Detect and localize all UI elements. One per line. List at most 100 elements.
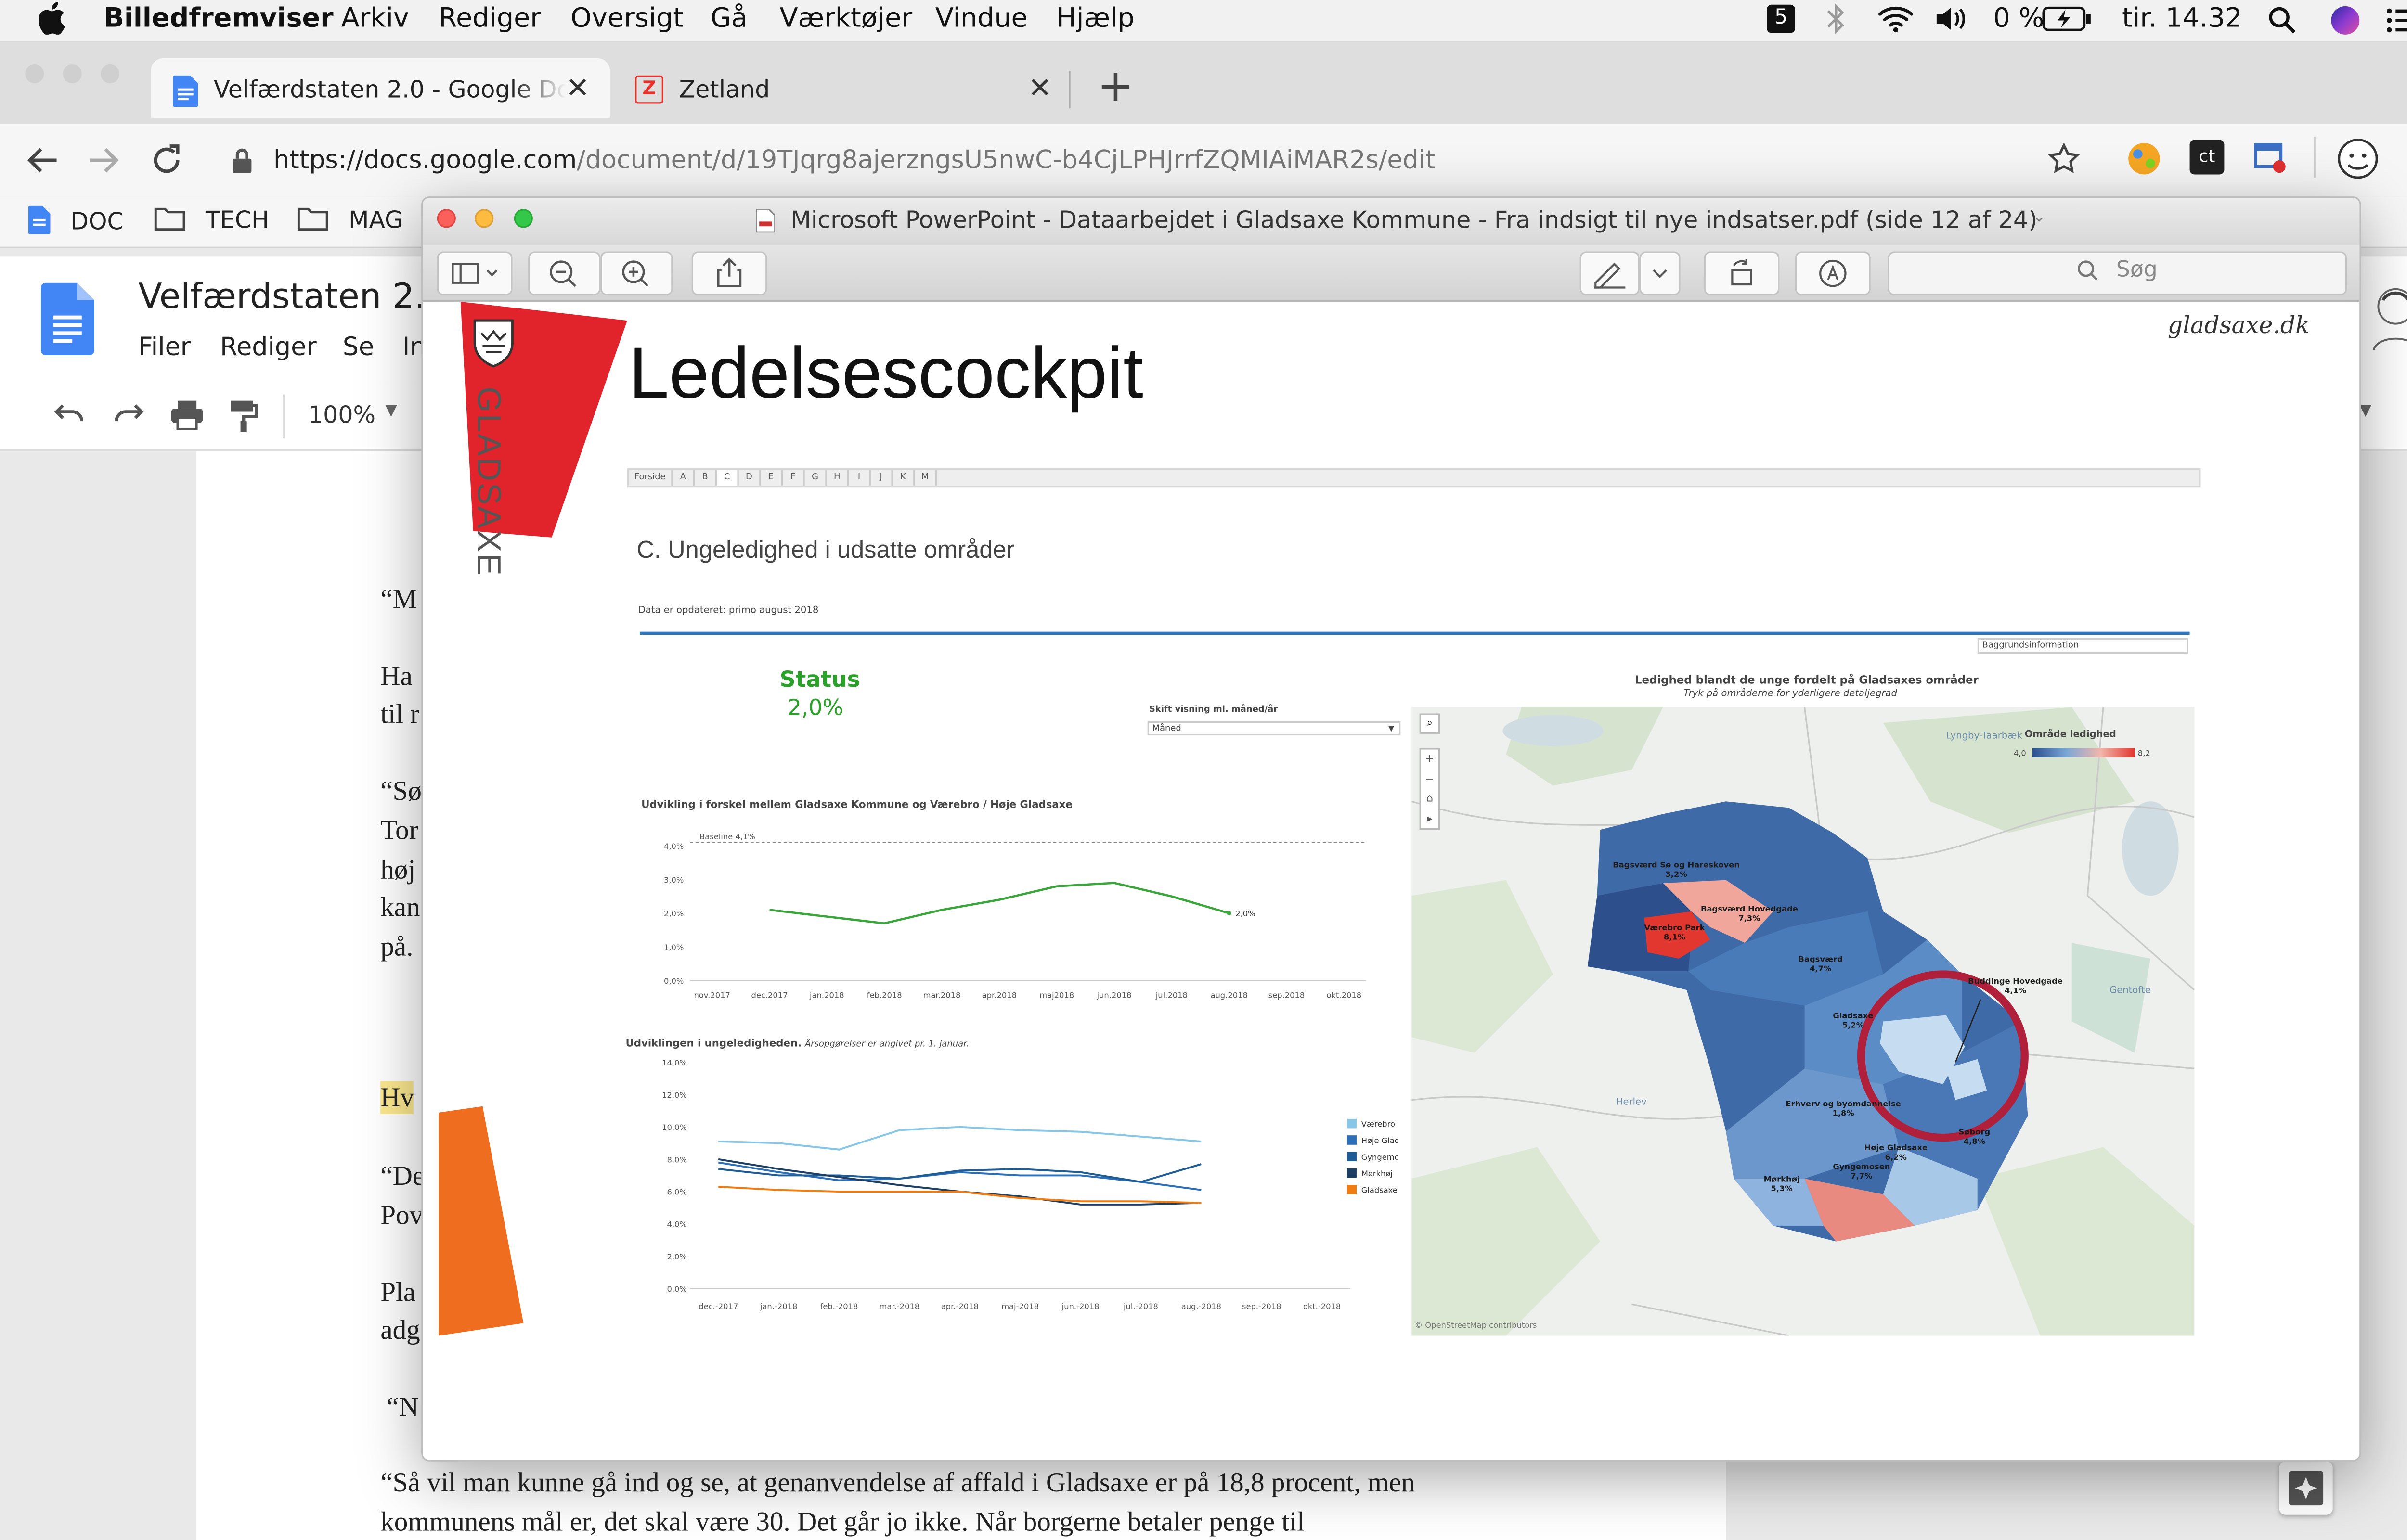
pdf-search-field[interactable]: Søg [1888, 251, 2347, 295]
tab-google-docs[interactable]: Velfærdstaten 2.0 - Google Doc ✕ [151, 58, 610, 118]
dashboard-tab[interactable]: D [738, 470, 761, 486]
zoom-caret-icon[interactable]: ▼ [385, 402, 397, 420]
explore-button[interactable] [2279, 1461, 2333, 1515]
docs-logo-icon[interactable] [40, 282, 94, 361]
map-area-label[interactable]: Bagsværd Hovedgade 7,3% [1701, 905, 1798, 924]
docs-menu-rediger[interactable]: Rediger [220, 332, 317, 361]
forward-icon[interactable] [87, 143, 121, 184]
redo-icon[interactable] [113, 401, 144, 432]
map-area-label[interactable]: Mørkhøj 5,3% [1764, 1175, 1800, 1194]
map-area-label[interactable]: Buddinge Hovedgade 4,1% [1968, 977, 2063, 996]
extension-blocker-icon[interactable] [2252, 140, 2287, 181]
share-button[interactable] [691, 251, 767, 295]
dashboard-tab[interactable]: A [673, 470, 695, 486]
dashboard-tab[interactable]: I [849, 470, 871, 486]
dashboard-tab[interactable]: E [761, 470, 783, 486]
bookmark-star-icon[interactable] [2047, 142, 2080, 180]
zoom-select[interactable]: 100% [308, 401, 375, 429]
rotate-button[interactable] [1704, 251, 1780, 295]
close-tab-icon[interactable]: ✕ [1028, 72, 1052, 105]
menu-arkiv[interactable]: Arkiv [341, 3, 409, 35]
tab-zetland[interactable]: Z Zetland ✕ [616, 58, 1072, 118]
view-select[interactable]: Måned ▼ [1147, 721, 1401, 736]
menu-vaerktojer[interactable]: Værktøjer [780, 3, 913, 35]
map-area-label[interactable]: Bagsværd 4,7% [1799, 955, 1843, 974]
toolbar-more-caret-icon[interactable]: ▼ [2359, 402, 2371, 420]
dashboard-tab[interactable]: F [783, 470, 805, 486]
map-play-icon[interactable]: ▸ [1421, 809, 1438, 829]
dashboard-tab[interactable]: Forside [629, 470, 673, 486]
dashboard-tab[interactable]: K [893, 470, 915, 486]
map-zoom-out-icon[interactable]: − [1421, 770, 1438, 789]
bookmark-tech[interactable]: TECH [154, 206, 269, 237]
map-area-label[interactable]: Værebro Park 8,1% [1644, 924, 1705, 943]
volume-icon[interactable] [1933, 5, 1971, 41]
zoom-in-button[interactable] [600, 251, 673, 295]
dashboard-tab[interactable]: B [695, 470, 717, 486]
app-name[interactable]: Billedfremviser [104, 3, 334, 35]
map-area-label[interactable]: Bagsværd Sø og Hareskoven 3,2% [1613, 861, 1740, 880]
clock[interactable]: tir. 14.32 [2122, 3, 2242, 35]
menu-vindue[interactable]: Vindue [935, 3, 1028, 35]
annotate-button[interactable] [1795, 251, 1871, 295]
extension-paint-icon[interactable] [2125, 140, 2163, 178]
markup-button[interactable] [1579, 251, 1640, 295]
sidebar-toggle-button[interactable] [437, 251, 513, 295]
wifi-icon[interactable] [1877, 5, 1915, 41]
pdf-page[interactable]: GLADSAXE gladsaxe.dk Ledelsescockpit For… [439, 301, 2347, 1460]
maximize-window-button[interactable] [100, 64, 120, 84]
apple-icon[interactable] [38, 1, 66, 42]
address-bar[interactable]: https://docs.google.com/document/d/19TJq… [220, 134, 2100, 187]
siri-icon[interactable] [2329, 5, 2361, 44]
map-area-label[interactable]: Søborg 4,8% [1959, 1128, 1991, 1147]
map-search-icon[interactable]: ⌕ [1419, 713, 1440, 734]
markup-options-button[interactable] [1639, 251, 1681, 295]
menu-ga[interactable]: Gå [711, 3, 748, 35]
user-avatar-icon[interactable] [2368, 281, 2407, 351]
close-window-button[interactable] [437, 209, 456, 228]
menu-rediger[interactable]: Rediger [439, 3, 541, 35]
profile-avatar-icon[interactable] [2336, 137, 2380, 187]
map-area-label[interactable]: Høje Gladsaxe 6,2% [1864, 1144, 1928, 1163]
menu-oversigt[interactable]: Oversigt [570, 3, 684, 35]
map-area-label[interactable]: Gyngemosen 7,7% [1833, 1163, 1890, 1181]
map-area-label[interactable]: Erhverv og byomdannelse 1,8% [1786, 1100, 1901, 1119]
zoom-out-button[interactable] [528, 251, 601, 295]
map-area-label[interactable]: Gladsaxe 5,2% [1833, 1012, 1873, 1031]
background-info-button[interactable]: Baggrundsinformation [1977, 638, 2188, 654]
title-menu-chevron-icon[interactable]: ⌄ [2032, 209, 2045, 226]
print-icon[interactable] [170, 399, 205, 436]
bookmark-mag[interactable]: MAG [297, 206, 403, 237]
notification-center-icon[interactable] [2386, 8, 2407, 41]
undo-icon[interactable] [53, 401, 85, 432]
spotlight-search-icon[interactable] [2268, 6, 2297, 42]
preview-window-title[interactable]: Microsoft PowerPoint - Dataarbejdet i Gl… [790, 206, 2037, 234]
bookmark-doc[interactable]: DOC [28, 205, 124, 241]
dashboard-tab[interactable]: J [870, 470, 893, 486]
back-icon[interactable] [25, 143, 60, 184]
new-tab-button[interactable]: + [1097, 64, 1134, 108]
paint-format-icon[interactable] [230, 399, 258, 440]
docs-menu-se[interactable]: Se [343, 332, 374, 361]
map-home-icon[interactable]: ⌂ [1421, 789, 1438, 809]
docs-menu-filer[interactable]: Filer [138, 332, 191, 361]
dashboard-tab[interactable]: M [915, 470, 937, 486]
reload-icon[interactable] [149, 143, 184, 184]
map-panel[interactable]: ⌕ + − ⌂ ▸ Område ledighed 4,0 8,2 Lyngby… [1411, 707, 2195, 1336]
notification-badge-icon[interactable]: 5 [1767, 4, 1795, 33]
dashboard-tab[interactable]: C [716, 470, 739, 486]
bluetooth-icon[interactable] [1826, 3, 1845, 43]
maximize-window-button[interactable] [514, 209, 533, 228]
dashboard-tab[interactable]: G [804, 470, 827, 486]
document-title[interactable]: Velfærdstaten 2.0 [138, 278, 447, 318]
extension-ct-icon[interactable]: ct [2189, 140, 2225, 175]
close-window-button[interactable] [25, 64, 44, 84]
menu-hjaelp[interactable]: Hjælp [1056, 3, 1134, 35]
close-tab-icon[interactable]: ✕ [566, 72, 590, 105]
map-zoom-in-icon[interactable]: + [1421, 750, 1438, 770]
dashboard-tab[interactable]: H [827, 470, 849, 486]
minimize-window-button[interactable] [475, 209, 494, 228]
lock-icon[interactable] [233, 148, 252, 179]
battery-icon[interactable] [2042, 6, 2092, 39]
minimize-window-button[interactable] [63, 64, 82, 84]
